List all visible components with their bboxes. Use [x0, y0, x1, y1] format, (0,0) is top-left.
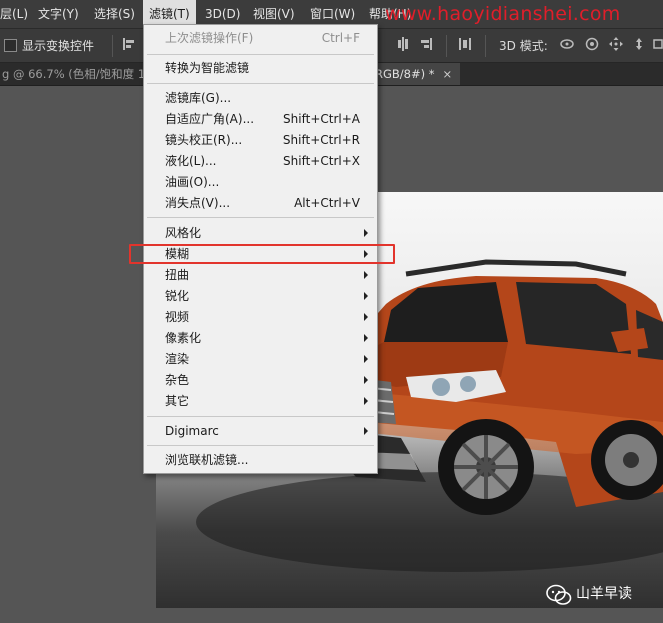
submenu-arrow-icon [364, 427, 368, 435]
align-vcenter-icon[interactable] [396, 37, 410, 51]
submenu-arrow-icon [364, 334, 368, 342]
document-tab-active[interactable]: RGB/8#) * × [372, 63, 461, 85]
menu-item-shortcut: Shift+Ctrl+R [282, 133, 360, 147]
menu-item-label: 视频 [165, 310, 190, 324]
menu-item-distort[interactable]: 扭曲 [144, 265, 377, 285]
3d-rotate-icon[interactable] [560, 37, 574, 51]
distribute-icon[interactable] [458, 37, 472, 51]
menu-item-lens-correction[interactable]: 镜头校正(R)... Shift+Ctrl+R [144, 130, 377, 150]
menu-item-convert-smart-filter[interactable]: 转换为智能滤镜 [144, 58, 377, 78]
menu-item-label: 滤镜库(G)... [165, 91, 232, 105]
menu-separator [147, 445, 374, 446]
document-tab-title: RGB/8#) * [375, 67, 435, 81]
menu-item-other[interactable]: 其它 [144, 391, 377, 411]
menu-item-label: 油画(O)... [165, 175, 220, 189]
menu-item-shortcut: Shift+Ctrl+A [283, 112, 360, 126]
menu-item-oil-paint[interactable]: 油画(O)... [144, 172, 377, 192]
menu-item-last-filter[interactable]: 上次滤镜操作(F) Ctrl+F [144, 28, 377, 48]
menu-select[interactable]: 选择(S) [94, 0, 135, 28]
submenu-arrow-icon [364, 376, 368, 384]
menu-item-filter-gallery[interactable]: 滤镜库(G)... [144, 88, 377, 108]
menu-item-label: 消失点(V)... [165, 196, 231, 210]
menu-item-shortcut: Ctrl+F [321, 31, 360, 45]
menu-item-stylize[interactable]: 风格化 [144, 223, 377, 243]
menu-separator [147, 217, 374, 218]
toolbar-divider [112, 35, 113, 57]
menu-item-label: 浏览联机滤镜... [165, 453, 249, 467]
menu-item-render[interactable]: 渲染 [144, 349, 377, 369]
menu-item-label: Digimarc [165, 424, 219, 438]
menu-item-adaptive-wide-angle[interactable]: 自适应广角(A)... Shift+Ctrl+A [144, 109, 377, 129]
close-tab-icon[interactable]: × [443, 67, 453, 81]
menu-item-label: 锐化 [165, 289, 190, 303]
submenu-arrow-icon [364, 355, 368, 363]
menu-item-browse-online-filters[interactable]: 浏览联机滤镜... [144, 450, 377, 470]
menu-item-label: 像素化 [165, 331, 202, 345]
align-right-icon[interactable] [419, 37, 433, 51]
menu-item-label: 液化(L)... [165, 154, 217, 168]
toolbar-divider [485, 35, 486, 57]
menu-type[interactable]: 文字(Y) [38, 0, 79, 28]
menu-item-noise[interactable]: 杂色 [144, 370, 377, 390]
align-left-icon[interactable] [122, 37, 136, 51]
3d-pan-icon[interactable] [609, 37, 623, 51]
menu-item-label: 上次滤镜操作(F) [165, 31, 254, 45]
3d-roll-icon[interactable] [585, 37, 599, 51]
menu-item-label: 风格化 [165, 226, 202, 240]
menu-item-label: 镜头校正(R)... [165, 133, 243, 147]
submenu-arrow-icon [364, 271, 368, 279]
3d-scale-icon[interactable] [652, 37, 663, 51]
menu-separator [147, 416, 374, 417]
menu-layer[interactable]: 层(L) [0, 0, 28, 28]
document-tab-inactive[interactable]: g @ 66.7% (色相/饱和度 1 [0, 63, 145, 85]
submenu-arrow-icon [364, 397, 368, 405]
menu-item-pixelate[interactable]: 像素化 [144, 328, 377, 348]
menu-item-shortcut: Shift+Ctrl+X [283, 154, 360, 168]
toolbar-divider [446, 35, 447, 57]
menu-item-vanishing-point[interactable]: 消失点(V)... Alt+Ctrl+V [144, 193, 377, 213]
menu-item-label: 杂色 [165, 373, 190, 387]
menu-item-video[interactable]: 视频 [144, 307, 377, 327]
menu-item-label: 其它 [165, 394, 190, 408]
menu-item-digimarc[interactable]: Digimarc [144, 421, 377, 441]
menu-separator [147, 83, 374, 84]
menu-item-sharpen[interactable]: 锐化 [144, 286, 377, 306]
highlight-annotation-box [129, 244, 395, 264]
menu-item-shortcut: Alt+Ctrl+V [294, 196, 360, 210]
menu-item-label: 渲染 [165, 352, 190, 366]
submenu-arrow-icon [364, 229, 368, 237]
show-transform-checkbox[interactable] [4, 39, 17, 52]
3d-mode-label: 3D 模式: [499, 39, 548, 53]
site-watermark: www.haoyidianshei.com [385, 3, 621, 25]
menu-item-liquify[interactable]: 液化(L)... Shift+Ctrl+X [144, 151, 377, 171]
submenu-arrow-icon [364, 292, 368, 300]
show-transform-label: 显示变换控件 [22, 39, 95, 53]
credit-text: 山羊早读 [576, 586, 632, 602]
submenu-arrow-icon [364, 313, 368, 321]
wechat-icon [546, 584, 572, 605]
menu-item-label: 扭曲 [165, 268, 190, 282]
3d-slide-icon[interactable] [632, 37, 646, 51]
menu-item-label: 转换为智能滤镜 [165, 61, 250, 75]
menu-separator [147, 54, 374, 55]
menu-item-label: 自适应广角(A)... [165, 112, 255, 126]
